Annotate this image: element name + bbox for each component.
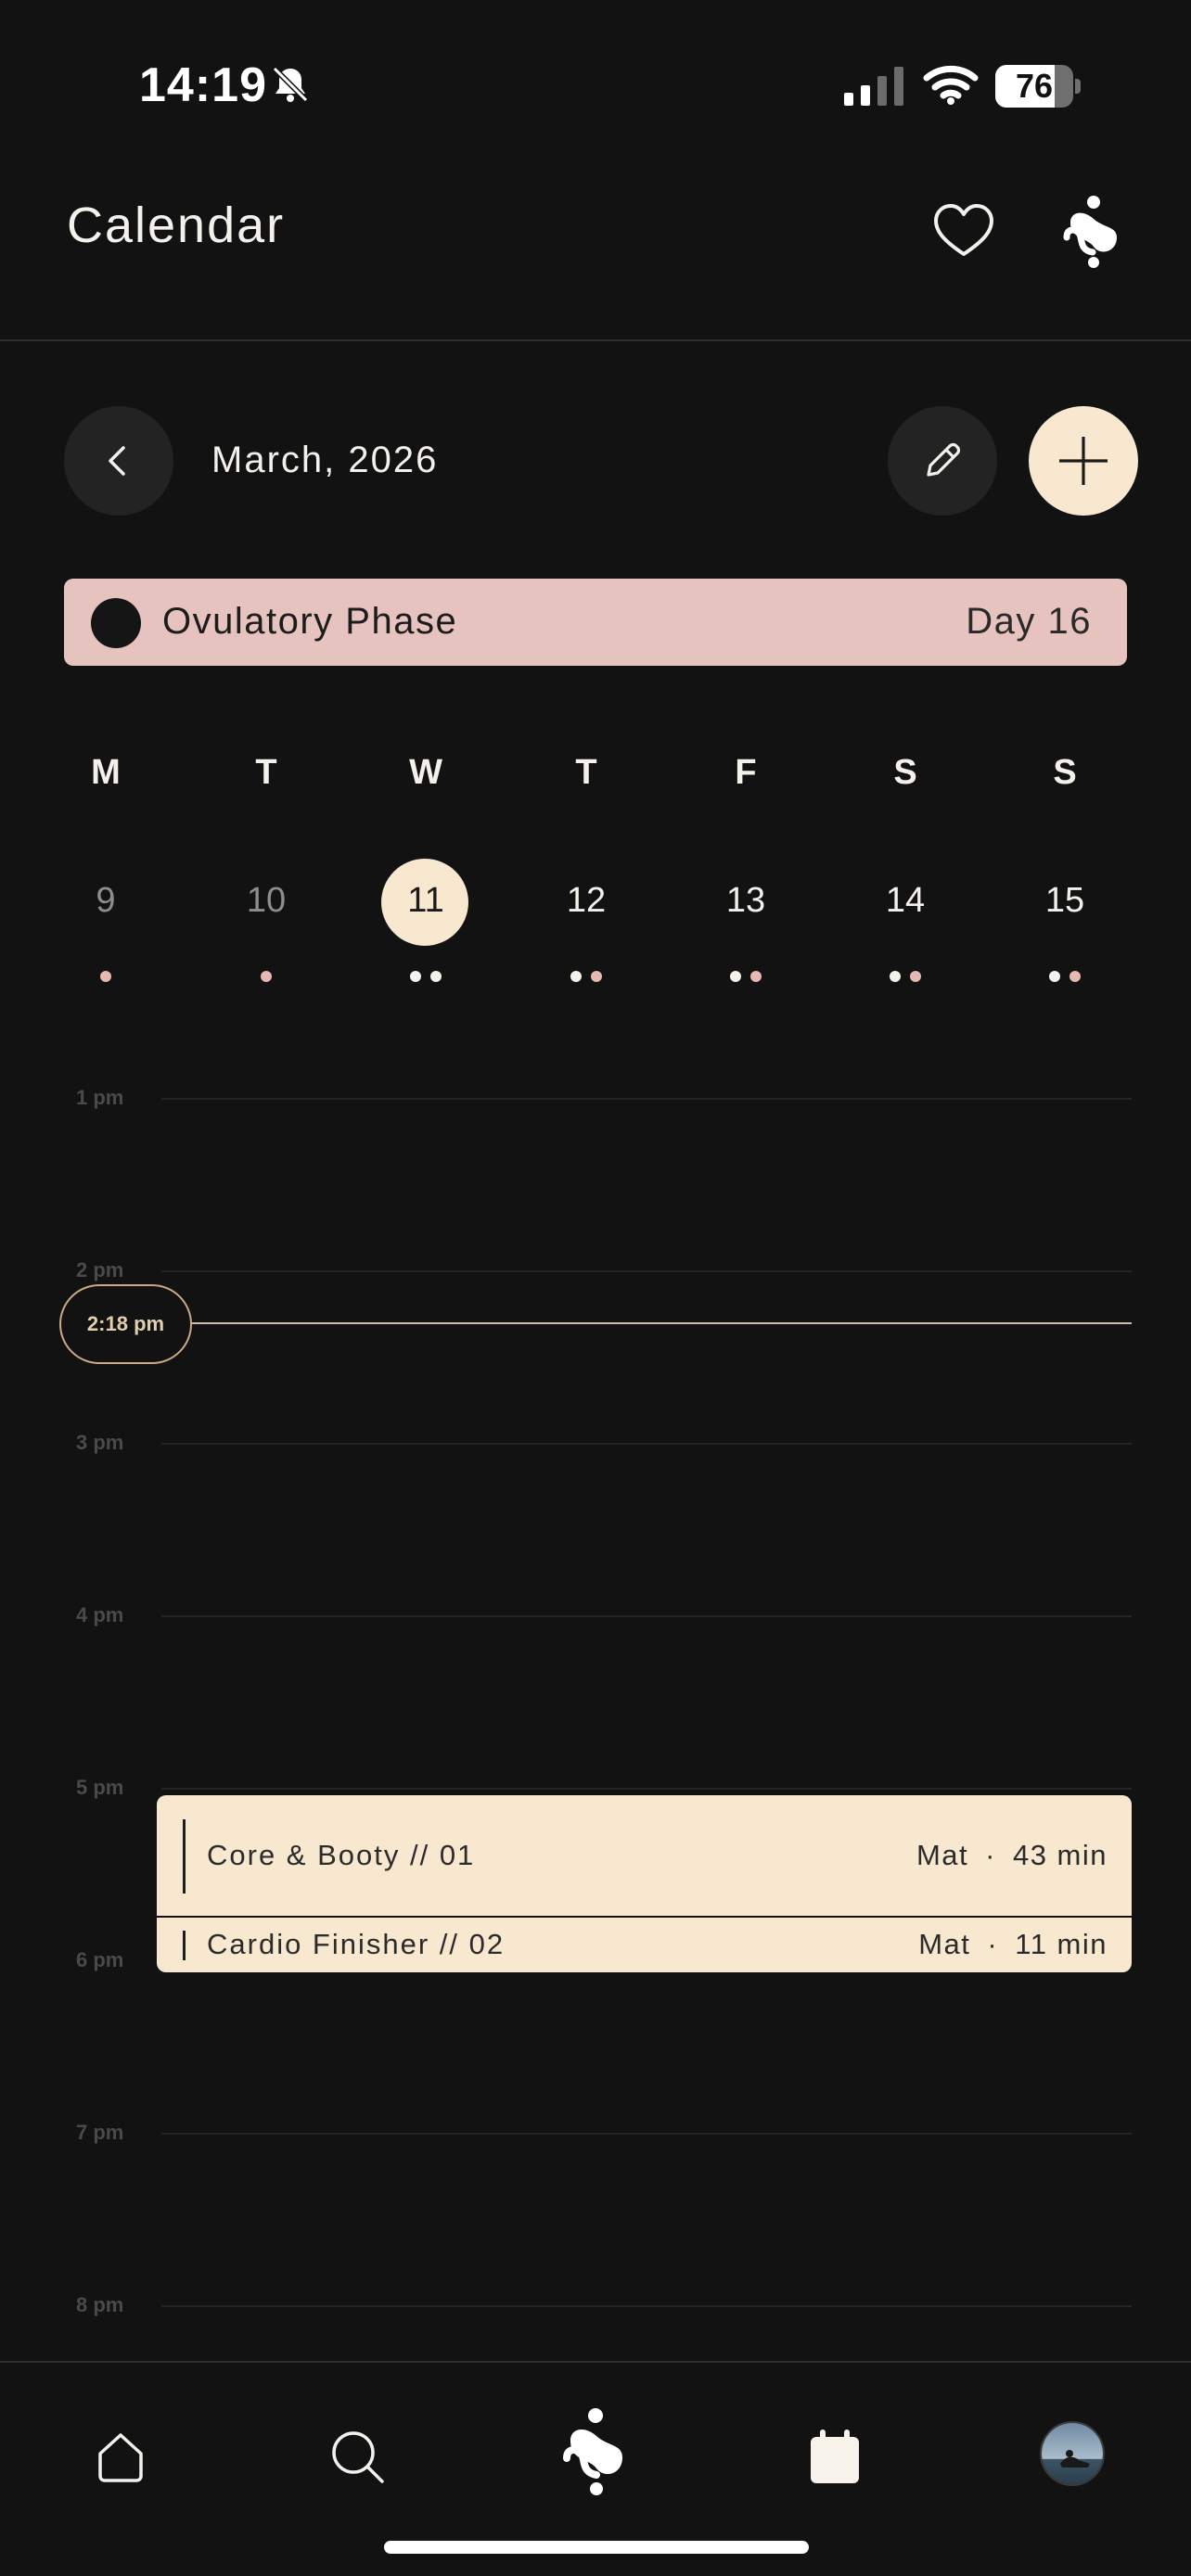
weekday-label: W: [409, 753, 442, 792]
hour-gridline: [161, 2305, 1132, 2307]
activity-dots: [704, 971, 788, 984]
workout-dot: [410, 971, 421, 982]
brand-logo-icon[interactable]: [1059, 195, 1128, 269]
activity-dots: [544, 971, 628, 984]
hour-gridline: [161, 1443, 1132, 1445]
hour-label: 7 pm: [76, 2121, 124, 2144]
current-time-indicator: 2:18 pm: [59, 1284, 192, 1364]
scheduled-workouts: Core & Booty // 01 Mat · 43 min Cardio Fin…: [157, 1795, 1132, 1972]
workout-dot: [430, 971, 442, 982]
hour-gridline: [161, 2133, 1132, 2135]
weekday-label: T: [255, 753, 277, 792]
nav-home[interactable]: [83, 2420, 158, 2494]
cycle-dot: [1069, 971, 1081, 982]
battery-percent: 76: [1015, 67, 1054, 105]
workout-dot: [570, 971, 582, 982]
hour-label: 2 pm: [76, 1258, 124, 1282]
nav-workouts[interactable]: [558, 2407, 633, 2496]
hour-gridline: [161, 1098, 1132, 1100]
chevron-left-icon: [109, 446, 125, 476]
weekday-label: T: [575, 753, 597, 792]
hour-gridline: [161, 1788, 1132, 1790]
event-meta: Mat · 11 min: [918, 1928, 1108, 1961]
hour-label: 1 pm: [76, 1086, 124, 1109]
page-title: Calendar: [67, 198, 286, 253]
day-cell[interactable]: 14: [864, 881, 947, 925]
weekday-label: S: [1053, 753, 1077, 792]
cycle-dot: [910, 971, 921, 982]
activity-dots: [64, 971, 147, 984]
cycle-dot: [100, 971, 111, 982]
hour-label: 3 pm: [76, 1431, 124, 1454]
event-marker: [183, 1819, 186, 1894]
meta-separator: ·: [987, 1928, 999, 1960]
hour-gridline: [161, 1615, 1132, 1617]
day-cell[interactable]: 9: [64, 881, 147, 925]
current-time-line: [182, 1322, 1132, 1324]
event-duration: 11 min: [1015, 1928, 1108, 1960]
event-equipment: Mat: [916, 1839, 969, 1871]
event-marker: [183, 1931, 186, 1960]
home-icon: [98, 2433, 143, 2482]
weekday-label: M: [91, 753, 121, 792]
phase-day: Day 16: [966, 601, 1092, 642]
day-cell[interactable]: 13: [704, 881, 788, 925]
cycle-dot: [750, 971, 762, 982]
weekday-label: F: [735, 753, 757, 792]
hour-gridline: [161, 1270, 1132, 1272]
battery-indicator: 76: [995, 65, 1081, 108]
day-cell[interactable]: 12: [544, 881, 628, 925]
hour-label: 5 pm: [76, 1776, 124, 1799]
workout-dot: [890, 971, 901, 982]
event-meta: Mat · 43 min: [916, 1839, 1108, 1872]
profile-photo: [1042, 2423, 1103, 2484]
event-equipment: Mat: [918, 1928, 971, 1960]
avatar[interactable]: [1040, 2421, 1105, 2486]
signal-icon: [844, 67, 903, 106]
add-workout-button[interactable]: [1029, 406, 1138, 516]
activity-dots: [384, 971, 467, 984]
wifi-icon: [923, 65, 979, 105]
home-indicator[interactable]: [384, 2541, 809, 2554]
cycle-phase-banner[interactable]: Ovulatory Phase Day 16: [64, 579, 1127, 666]
bell-muted-icon: [272, 66, 309, 103]
header-divider: [0, 339, 1191, 341]
day-cell-today[interactable]: 11: [384, 881, 467, 925]
workout-dot: [730, 971, 741, 982]
workout-event[interactable]: Core & Booty // 01 Mat · 43 min: [157, 1795, 1132, 1917]
search-icon: [332, 2431, 384, 2483]
activity-dots: [1023, 971, 1107, 984]
event-duration: 43 min: [1012, 1839, 1108, 1871]
event-title: Core & Booty // 01: [207, 1839, 476, 1871]
hour-label: 4 pm: [76, 1603, 124, 1626]
phase-dot-icon: [91, 598, 141, 648]
pencil-icon: [927, 442, 961, 477]
phase-name: Ovulatory Phase: [162, 601, 458, 642]
status-time: 14:19: [139, 58, 267, 112]
day-cell[interactable]: 10: [224, 881, 308, 925]
nav-search[interactable]: [321, 2420, 395, 2494]
day-cell[interactable]: 15: [1023, 881, 1107, 925]
event-title: Cardio Finisher // 02: [207, 1928, 506, 1960]
weekday-label: S: [893, 753, 917, 792]
nav-calendar[interactable]: [798, 2420, 872, 2494]
workout-event[interactable]: Cardio Finisher // 02 Mat · 11 min: [157, 1918, 1132, 1972]
previous-month-button[interactable]: [64, 406, 173, 516]
brand-logo-icon: [563, 2408, 622, 2495]
meta-separator: ·: [985, 1839, 996, 1871]
workout-dot: [1049, 971, 1060, 982]
month-label[interactable]: March, 2026: [211, 440, 438, 481]
cycle-dot: [591, 971, 602, 982]
calendar-icon: [811, 2429, 859, 2483]
heart-icon[interactable]: [932, 202, 995, 260]
cycle-dot: [261, 971, 272, 982]
activity-dots: [864, 971, 947, 984]
activity-dots: [224, 971, 308, 984]
hour-label: 8 pm: [76, 2293, 124, 2316]
hour-label: 6 pm: [76, 1948, 124, 1971]
nav-divider: [0, 2361, 1191, 2363]
plus-icon: [1059, 437, 1108, 485]
edit-button[interactable]: [888, 406, 997, 516]
